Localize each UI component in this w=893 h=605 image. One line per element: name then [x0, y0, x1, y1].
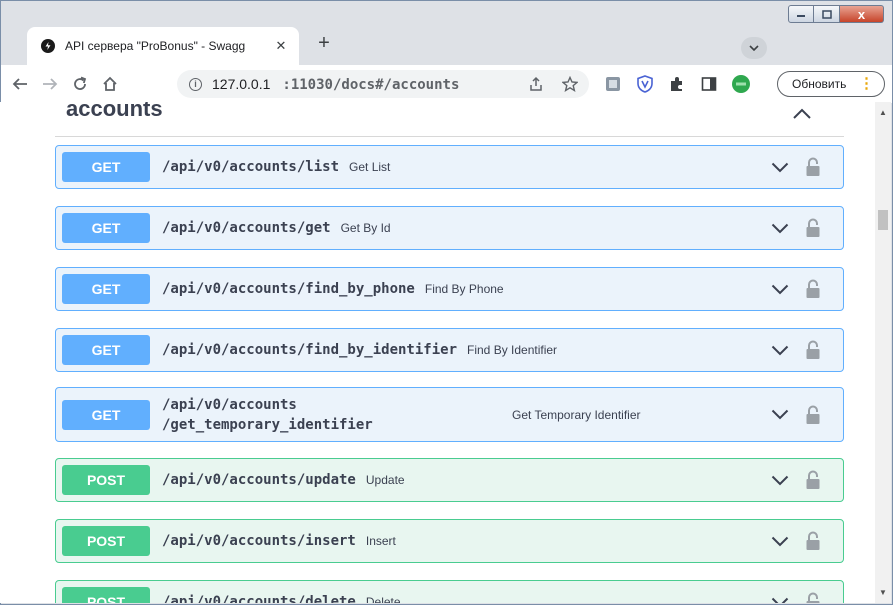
operation-summary: Get Temporary Identifier	[512, 407, 641, 422]
tab-close-icon[interactable]: ✕	[273, 38, 289, 54]
operation-delete[interactable]: POST /api/v0/accounts/delete Delete	[55, 580, 844, 603]
operation-get-temporary-identifier[interactable]: GET /api/v0/accounts /get_temporary_iden…	[55, 387, 844, 442]
method-badge: GET	[62, 399, 150, 430]
chevron-down-icon[interactable]	[771, 475, 789, 486]
chevron-down-icon[interactable]	[771, 597, 789, 604]
operation-path: /api/v0/accounts/update	[162, 472, 356, 488]
minimize-icon	[797, 15, 805, 17]
close-window-button[interactable]: x	[840, 5, 884, 23]
method-badge: GET	[62, 335, 150, 365]
chevron-down-icon[interactable]	[771, 162, 789, 173]
chevron-down-icon[interactable]	[771, 536, 789, 547]
operation-path: /api/v0/accounts/insert	[162, 533, 356, 549]
operation-get-by-id[interactable]: GET /api/v0/accounts/get Get By Id	[55, 206, 844, 250]
operation-path: /api/v0/accounts/find_by_identifier	[162, 342, 458, 358]
chevron-down-icon[interactable]	[771, 223, 789, 234]
operation-insert[interactable]: POST /api/v0/accounts/insert Insert	[55, 519, 844, 563]
share-icon[interactable]	[527, 75, 545, 93]
tab-strip: API сервера "ProBonus" - Swagg ✕ + x	[1, 1, 892, 65]
chevron-down-icon	[749, 45, 759, 51]
chevron-down-icon[interactable]	[771, 409, 789, 420]
method-badge: GET	[62, 152, 150, 182]
url-text: 127.0.0.1:11030/docs#/accounts	[212, 75, 460, 93]
address-bar[interactable]: i 127.0.0.1:11030/docs#/accounts	[177, 70, 589, 98]
operation-path: /api/v0/accounts/get	[162, 220, 331, 236]
bookmark-star-icon[interactable]	[561, 75, 579, 93]
method-badge: POST	[62, 465, 150, 495]
lock-icon[interactable]	[805, 592, 821, 603]
operation-update[interactable]: POST /api/v0/accounts/update Update	[55, 458, 844, 502]
browser-tab[interactable]: API сервера "ProBonus" - Swagg ✕	[27, 27, 299, 65]
update-browser-button[interactable]: Обновить ⋮	[777, 71, 885, 97]
extension-screenshot-icon[interactable]	[603, 74, 623, 94]
arrow-right-icon	[43, 78, 58, 90]
lock-icon[interactable]	[805, 157, 821, 177]
browser-toolbar: i 127.0.0.1:11030/docs#/accounts Обнови…	[1, 65, 892, 103]
operation-summary: Delete	[365, 595, 401, 603]
operation-summary: Find By Phone	[424, 282, 504, 296]
operation-path: /api/v0/accounts /get_temporary_identifi…	[162, 396, 373, 433]
home-icon	[103, 76, 117, 91]
forward-button[interactable]	[39, 73, 61, 95]
operation-summary: Get List	[349, 160, 391, 174]
chevron-down-icon[interactable]	[771, 345, 789, 356]
side-panel-icon[interactable]	[699, 74, 719, 94]
method-badge: POST	[62, 526, 150, 556]
minimize-button[interactable]	[788, 5, 814, 23]
home-button[interactable]	[99, 73, 121, 95]
back-button[interactable]	[9, 73, 31, 95]
operation-path: /api/v0/accounts/delete	[162, 594, 356, 603]
operation-summary: Find By Identifier	[467, 343, 558, 357]
operation-path: /api/v0/accounts/find_by_phone	[162, 281, 415, 297]
operation-summary: Update	[365, 473, 405, 487]
extensions-puzzle-icon[interactable]	[667, 74, 687, 94]
lock-icon[interactable]	[805, 340, 821, 360]
scrollbar-thumb[interactable]	[878, 210, 888, 230]
new-tab-button[interactable]: +	[311, 31, 337, 57]
reload-button[interactable]	[69, 73, 91, 95]
site-info-icon[interactable]: i	[189, 77, 202, 91]
section-title[interactable]: accounts	[66, 102, 163, 122]
lock-icon[interactable]	[805, 218, 821, 238]
tab-search-button[interactable]	[741, 37, 767, 59]
operation-get-list[interactable]: GET /api/v0/accounts/list Get List	[55, 145, 844, 189]
page-viewport: accounts GET /api/v0/accounts/list Get L…	[0, 102, 875, 603]
tab-title: API сервера "ProBonus" - Swagg	[65, 39, 246, 53]
chevron-down-icon[interactable]	[771, 284, 789, 295]
operation-summary: Get By Id	[340, 221, 391, 235]
operation-summary: Insert	[365, 534, 396, 548]
profile-avatar-icon[interactable]	[731, 74, 751, 94]
maximize-icon	[821, 9, 832, 19]
operation-find-by-identifier[interactable]: GET /api/v0/accounts/find_by_identifier …	[55, 328, 844, 372]
method-badge: POST	[62, 587, 150, 603]
scroll-down-arrow-icon[interactable]: ▼	[879, 588, 887, 597]
method-badge: GET	[62, 213, 150, 243]
update-button-label: Обновить	[792, 77, 847, 91]
reload-icon	[74, 76, 87, 90]
lock-icon[interactable]	[805, 405, 821, 425]
arrow-left-icon	[12, 78, 27, 90]
lock-icon[interactable]	[805, 531, 821, 551]
vertical-scrollbar[interactable]: ▲ ▼	[875, 102, 891, 603]
operation-find-by-phone[interactable]: GET /api/v0/accounts/find_by_phone Find …	[55, 267, 844, 311]
swagger-favicon-icon	[41, 39, 55, 53]
method-badge: GET	[62, 274, 150, 304]
maximize-button[interactable]	[814, 5, 840, 23]
operation-path: /api/v0/accounts/list	[162, 159, 340, 175]
chevron-up-icon[interactable]	[792, 108, 812, 120]
extension-vpn-shield-icon[interactable]	[635, 74, 655, 94]
more-menu-icon[interactable]: ⋮	[859, 76, 874, 92]
window-controls: x	[788, 5, 884, 23]
lock-icon[interactable]	[805, 470, 821, 490]
lock-icon[interactable]	[805, 279, 821, 299]
scroll-up-arrow-icon[interactable]: ▲	[879, 108, 887, 117]
section-divider	[55, 136, 844, 137]
